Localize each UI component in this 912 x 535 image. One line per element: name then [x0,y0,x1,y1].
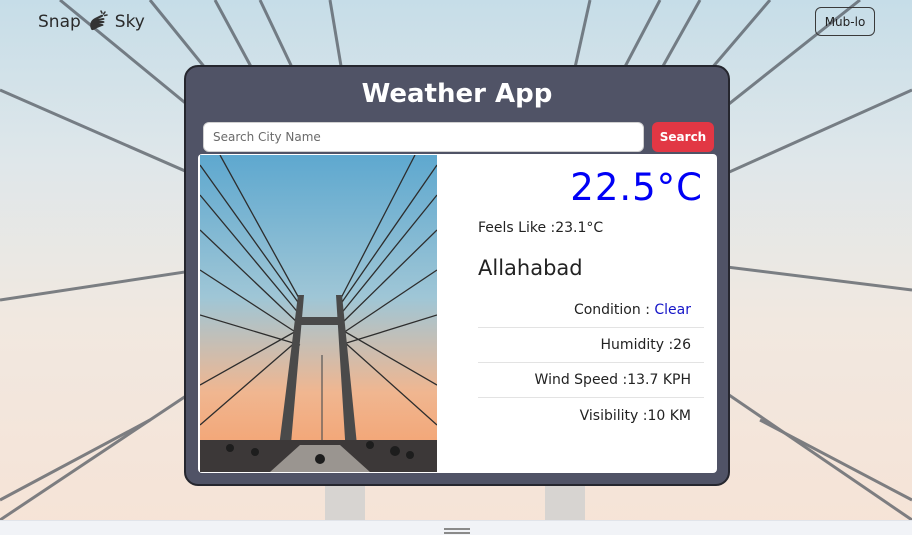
weather-info: 22.5°C Feels Like :23.1°C Allahabad Cond… [438,154,717,473]
city-photo [200,155,437,472]
condition-value: Clear [654,302,691,318]
condition-label: Condition : [573,302,655,318]
feels-like-text: Feels Like :23.1°C [478,220,604,236]
wind-speed-row: Wind Speed :13.7 KPH [478,363,704,398]
nav-button[interactable]: Mub-lo [815,7,875,36]
visibility-text: Visibility :10 KM [579,408,691,424]
search-button[interactable]: Search [652,122,714,152]
app-title: Weather App [361,79,553,109]
city-name: Allahabad [478,256,583,280]
drag-handle-icon[interactable] [444,528,470,534]
visibility-row: Visibility :10 KM [478,399,704,434]
snap-fingers-icon [85,9,111,35]
temperature-value: 22.5°C [570,166,703,209]
condition-row: Condition : Clear [478,293,704,328]
wind-speed-text: Wind Speed :13.7 KPH [534,372,691,388]
brand-text-right: Sky [114,12,145,32]
brand-logo[interactable]: Snap Sky [38,8,145,36]
search-input[interactable] [203,122,644,152]
brand-text-left: Snap [38,12,81,32]
weather-panel: 22.5°C Feels Like :23.1°C Allahabad Cond… [198,154,717,473]
humidity-row: Humidity :26 [478,328,704,363]
humidity-text: Humidity :26 [600,337,691,353]
weather-card: Weather App Search City Name Search 22.5… [184,65,730,486]
